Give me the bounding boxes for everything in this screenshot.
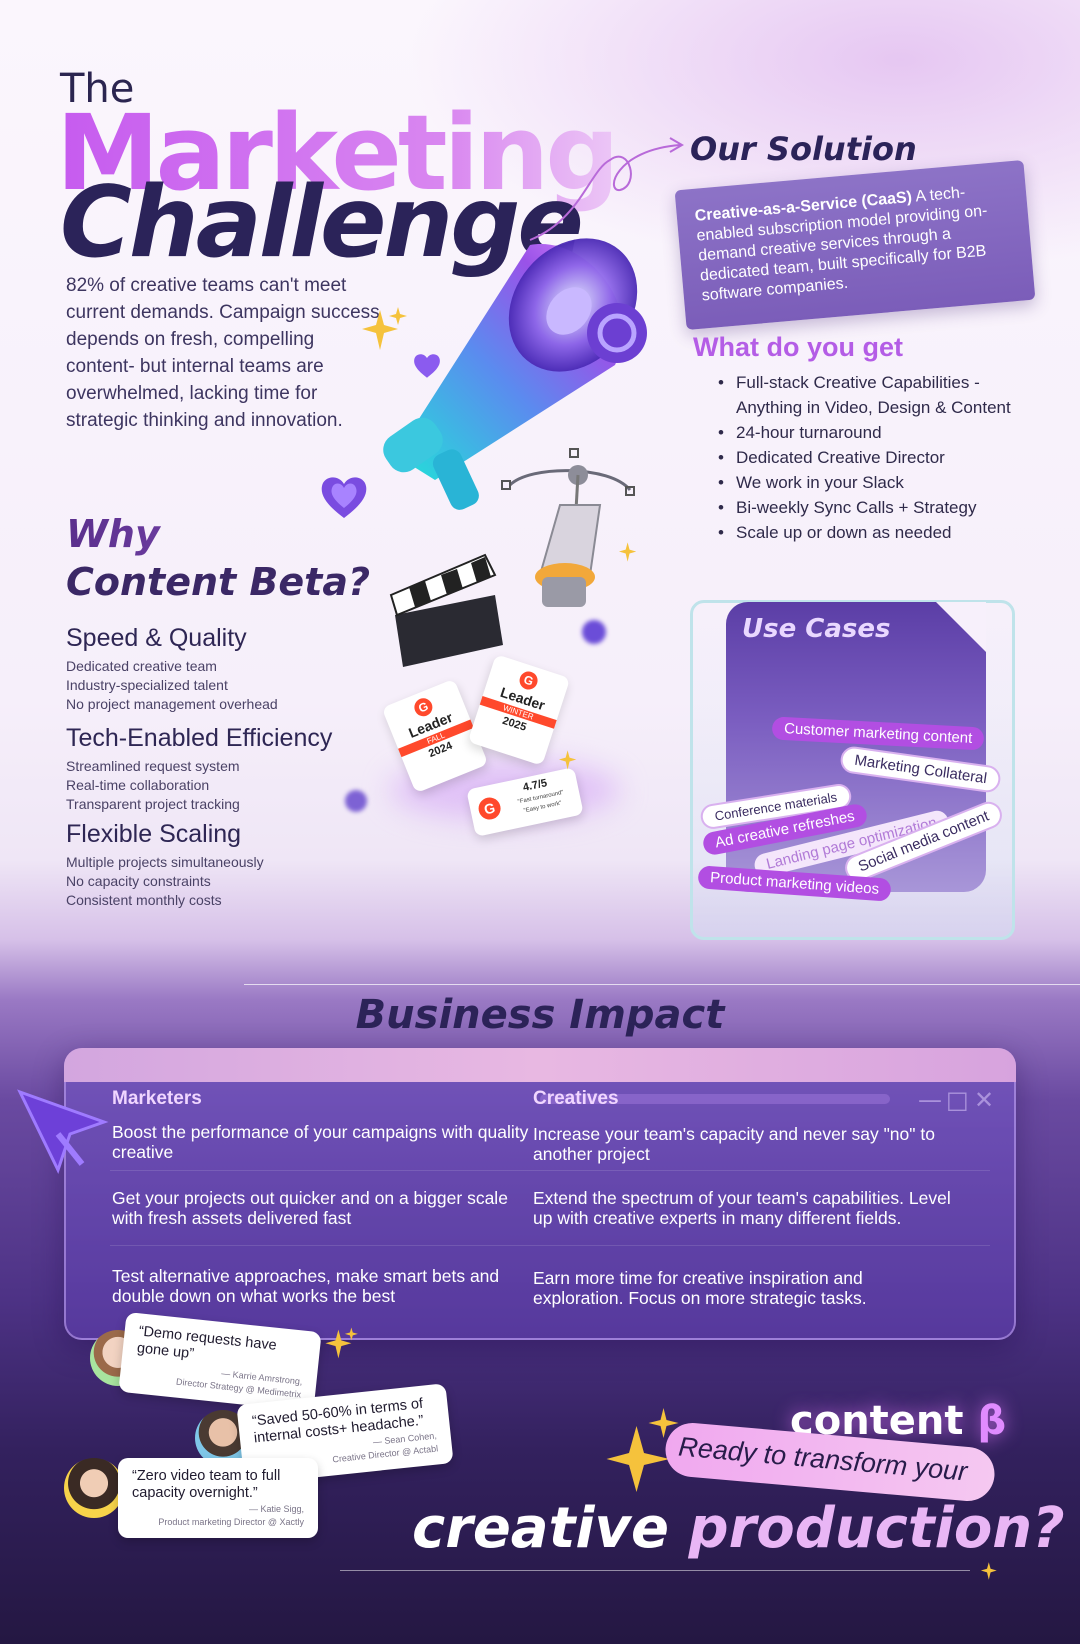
feature-line: Real-time collaboration (66, 777, 210, 793)
why-heading-line2: Content Beta? (66, 560, 371, 604)
testimonial-quote: “Zero video team to full capacity overni… (132, 1468, 281, 1501)
business-impact-title: Business Impact (355, 992, 725, 1038)
clapperboard-icon (389, 553, 503, 667)
cta-headline-part1: creative (412, 1496, 689, 1561)
list-item: We work in your Slack (718, 470, 1048, 495)
avatar (64, 1458, 124, 1518)
sparkle-small-icon (980, 1562, 997, 1580)
impact-creatives-cell: Increase your team's capacity and never … (533, 1124, 935, 1164)
row-divider (110, 1170, 990, 1171)
impact-marketers-cell: Get your projects out quicker and on a b… (112, 1188, 508, 1228)
close-icon: ✕ (974, 1086, 995, 1114)
sparkle-small-icon (618, 542, 637, 562)
cta-underline (340, 1570, 970, 1571)
heart-small-icon (414, 354, 440, 378)
testimonial-card: “Zero video team to full capacity overni… (118, 1458, 318, 1538)
solution-card: Creative-as-a-Service (CaaS) A tech-enab… (674, 160, 1036, 330)
maximize-icon: □ (946, 1086, 969, 1114)
impact-marketers-cell: Test alternative approaches, make smart … (112, 1266, 500, 1306)
what-you-get-title: What do you get (693, 332, 903, 362)
feature-speed-quality: Speed & Quality Dedicated creative team … (66, 624, 396, 714)
g2-badge-winter: G Leader WINTER 2025 (467, 654, 571, 766)
use-cases-title: Use Cases (742, 614, 891, 644)
intro-paragraph: 82% of creative teams can't meet current… (66, 275, 380, 431)
feature-flexible-scaling: Flexible Scaling Multiple projects simul… (66, 820, 396, 910)
cta-headline: creative production? (412, 1496, 1065, 1561)
why-heading: Why Content Beta? (66, 510, 370, 606)
section-divider (244, 984, 1080, 985)
pen-tool-icon (501, 448, 635, 607)
feature-line: Transparent project tracking (66, 796, 240, 812)
why-heading-line1: Why (66, 510, 370, 558)
impact-creatives-cell: Extend the spectrum of your team's capab… (533, 1188, 951, 1228)
impact-marketers-cell: Boost the performance of your campaigns … (112, 1122, 529, 1162)
feature-line: Streamlined request system (66, 758, 240, 774)
feature-line: No capacity constraints (66, 873, 211, 889)
feature-line: Dedicated creative team (66, 658, 217, 674)
folder-corner (936, 602, 986, 652)
feature-line: Industry-specialized talent (66, 677, 228, 693)
list-item: 24-hour turnaround (718, 420, 1048, 445)
g2-rating-card: G 4.7/5 "Fast turnaround" "Easy to work" (466, 767, 584, 837)
list-item: Full-stack Creative Capabilities - Anyth… (718, 370, 1048, 420)
marketers-title: Marketers (112, 1088, 202, 1109)
purple-orb (582, 620, 606, 644)
what-you-get-list: Full-stack Creative Capabilities - Anyth… (718, 370, 1048, 545)
feature-title: Speed & Quality (66, 624, 247, 652)
creatives-title: Creatives (533, 1088, 619, 1109)
feature-line: Consistent monthly costs (66, 892, 222, 908)
minimize-icon: — (918, 1086, 942, 1114)
g2-logo-icon: G (517, 669, 540, 692)
impact-creatives-cell: Earn more time for creative inspiration … (533, 1268, 867, 1308)
feature-line: Multiple projects simultaneously (66, 854, 264, 870)
list-item: Dedicated Creative Director (718, 445, 1048, 470)
panel-title-bar (64, 1048, 1016, 1082)
rating-value: 4.7/5 (521, 777, 549, 794)
feature-line: No project management overhead (66, 696, 278, 712)
solution-title: Our Solution (690, 130, 917, 168)
list-item: Bi-weekly Sync Calls + Strategy (718, 495, 1048, 520)
title-challenge: Challenge (60, 166, 584, 280)
g2-logo-icon: G (476, 795, 503, 822)
row-divider (110, 1245, 990, 1246)
testimonial-role: Product marketing Director @ Xactly (158, 1517, 304, 1527)
testimonial-author: — Katie Sigg, (248, 1504, 304, 1514)
feature-title: Tech-Enabled Efficiency (66, 724, 333, 752)
cta-headline-part2: production? (688, 1496, 1065, 1561)
beta-symbol: β (977, 1398, 1007, 1444)
feature-tech-efficiency: Tech-Enabled Efficiency Streamlined requ… (66, 724, 396, 814)
feature-title: Flexible Scaling (66, 820, 242, 848)
list-item: Scale up or down as needed (718, 520, 1048, 545)
